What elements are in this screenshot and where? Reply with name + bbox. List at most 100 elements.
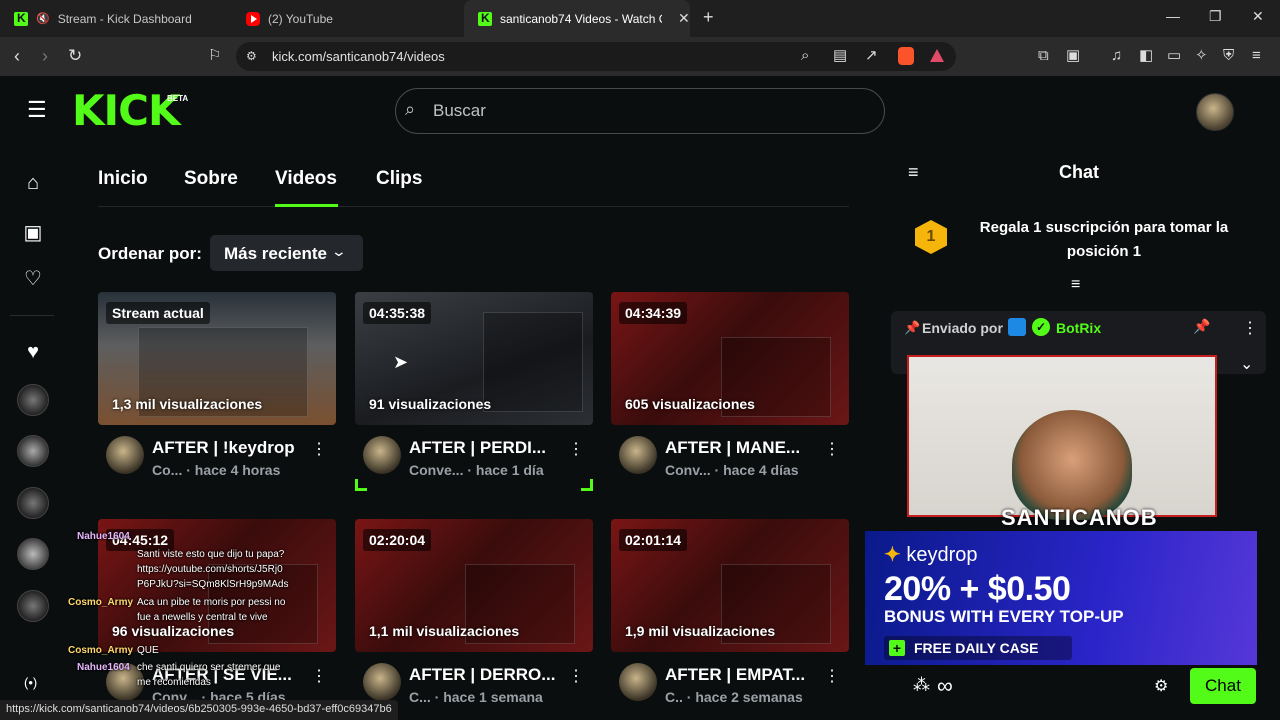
channel-avatar[interactable] bbox=[17, 590, 49, 622]
video-title[interactable]: AFTER | EMPAT... bbox=[665, 665, 805, 685]
moderator-badge-icon bbox=[1008, 318, 1026, 336]
browser-tab-active[interactable]: santicanob74 Videos - Watch On ✕ bbox=[464, 0, 690, 37]
expand-handle-icon[interactable]: ≡ bbox=[1071, 276, 1080, 294]
channel-avatar[interactable] bbox=[17, 435, 49, 467]
browse-icon[interactable]: ▣ bbox=[22, 220, 44, 245]
overlay-chat-line: Cosmo_Army bbox=[68, 645, 134, 656]
followed-channels-icon[interactable]: ♥ bbox=[22, 341, 44, 364]
keydrop-logo: ✦ keydrop bbox=[884, 544, 978, 566]
plus-icon: + bbox=[889, 640, 905, 656]
video-meta: Conve... · hace 1 día bbox=[409, 462, 544, 478]
kick-logo[interactable]: KICK bbox=[72, 88, 181, 134]
zoom-icon[interactable]: ⌕ bbox=[801, 47, 809, 65]
tab-title: (2) YouTube bbox=[268, 11, 333, 26]
mouse-cursor-icon: ➤ bbox=[393, 352, 409, 372]
channel-avatar[interactable] bbox=[363, 663, 401, 701]
youtube-icon bbox=[246, 11, 260, 26]
beta-label: BETA bbox=[167, 94, 189, 103]
overlay-chat-line: Nahue1604 bbox=[77, 531, 130, 542]
ad-cta-text: FREE DAILY CASE bbox=[914, 640, 1039, 656]
overlay-chat-text: me recomiendas bbox=[137, 677, 211, 688]
leo-ai-icon[interactable]: ✧ bbox=[1195, 47, 1208, 65]
search-placeholder: Buscar bbox=[433, 101, 486, 120]
channel-avatar[interactable] bbox=[17, 538, 49, 570]
bookmark-icon[interactable]: ⚐ bbox=[208, 47, 221, 65]
channel-avatar[interactable] bbox=[363, 436, 401, 474]
browser-tab[interactable]: (2) YouTube bbox=[232, 0, 462, 37]
more-options-icon[interactable]: ⋮ bbox=[1242, 318, 1258, 338]
wallet-icon[interactable]: ▭ bbox=[1167, 47, 1181, 65]
video-title[interactable]: AFTER | DERRO... bbox=[409, 665, 555, 685]
chevron-down-icon[interactable]: ⌄ bbox=[1240, 354, 1253, 374]
infinity-icon[interactable]: ∞ bbox=[937, 673, 953, 699]
brave-shields-icon[interactable] bbox=[898, 47, 914, 65]
hamburger-menu-icon[interactable]: ☰ bbox=[27, 98, 47, 122]
overlay-chat-text: Santi viste esto que dijo tu papa? bbox=[137, 549, 285, 560]
video-meta: Co... · hace 4 horas bbox=[152, 462, 281, 478]
sort-value: Más reciente bbox=[224, 244, 327, 263]
more-options-icon[interactable]: ⋮ bbox=[568, 666, 584, 686]
sidebar-icon[interactable]: ◧ bbox=[1139, 47, 1153, 65]
video-title[interactable]: AFTER | MANE... bbox=[665, 438, 800, 458]
emote-icon[interactable]: ⁂ bbox=[913, 675, 930, 695]
tab-clips[interactable]: Clips bbox=[376, 168, 422, 190]
reload-icon[interactable]: ↻ bbox=[68, 46, 82, 66]
more-options-icon[interactable]: ⋮ bbox=[311, 666, 327, 686]
tab-sobre[interactable]: Sobre bbox=[184, 168, 238, 190]
forward-icon[interactable]: › bbox=[42, 46, 48, 66]
overlay-chat-text: Aca un pibe te moris por pessi no bbox=[137, 597, 286, 608]
tab-videos[interactable]: Videos bbox=[275, 168, 337, 190]
pinned-by-label: Enviado por bbox=[922, 320, 1003, 336]
back-icon[interactable]: ‹ bbox=[14, 46, 20, 66]
user-avatar[interactable] bbox=[1196, 93, 1234, 131]
channel-avatar[interactable] bbox=[17, 487, 49, 519]
channel-avatar[interactable] bbox=[106, 436, 144, 474]
overlay-chat-text: https://youtube.com/shorts/J5Rj0 bbox=[137, 564, 283, 575]
broadcast-icon[interactable]: (•) bbox=[24, 675, 37, 690]
maximize-icon[interactable]: ❐ bbox=[1209, 8, 1222, 25]
overlay-chat-line: Cosmo_Army bbox=[68, 597, 134, 608]
tabs-divider bbox=[98, 206, 849, 207]
overlay-chat-text: che santi quiero ser stremer que bbox=[137, 662, 281, 673]
gift-sub-prompt[interactable]: Regala 1 suscripción para tomar la posic… bbox=[972, 216, 1236, 264]
reader-mode-icon[interactable]: ▤ bbox=[833, 47, 847, 65]
tab-title: santicanob74 Videos - Watch On bbox=[500, 11, 662, 26]
menu-icon[interactable]: ≡ bbox=[1252, 47, 1261, 65]
following-icon[interactable]: ♡ bbox=[22, 266, 44, 291]
duration-badge: 02:01:14 bbox=[619, 529, 688, 551]
screenshot-icon[interactable]: ▣ bbox=[1066, 47, 1080, 65]
minimize-icon[interactable]: — bbox=[1166, 8, 1180, 24]
sidebar-divider bbox=[10, 315, 54, 316]
overlay-chat-text: QUE bbox=[137, 645, 159, 656]
view-count: 1,3 mil visualizaciones bbox=[112, 396, 263, 412]
window-close-icon[interactable]: ✕ bbox=[1252, 8, 1264, 25]
ad-headline: 20% + $0.50 bbox=[884, 570, 1071, 608]
browser-tab[interactable]: 🔇 Stream - Kick Dashboard bbox=[0, 0, 232, 37]
extensions-icon[interactable]: ⧉ bbox=[1038, 47, 1049, 65]
new-tab-icon[interactable]: + bbox=[703, 7, 714, 28]
chat-title: Chat bbox=[1059, 162, 1099, 182]
more-options-icon[interactable]: ⋮ bbox=[568, 439, 584, 459]
close-tab-icon[interactable]: ✕ bbox=[678, 10, 690, 27]
site-settings-icon[interactable]: ⚙ bbox=[246, 47, 257, 65]
video-title[interactable]: AFTER | !keydrop bbox=[152, 438, 295, 458]
send-chat-button[interactable]: Chat bbox=[1190, 668, 1256, 704]
brave-rewards-icon[interactable] bbox=[930, 49, 944, 62]
media-icon[interactable]: ♫ bbox=[1111, 47, 1122, 65]
video-meta: C.. · hace 2 semanas bbox=[665, 689, 803, 705]
vpn-icon[interactable]: ⛨ bbox=[1223, 47, 1234, 65]
home-icon[interactable]: ⌂ bbox=[22, 172, 44, 195]
channel-avatar[interactable] bbox=[17, 384, 49, 416]
more-options-icon[interactable]: ⋮ bbox=[311, 439, 327, 459]
share-icon[interactable]: ↗ bbox=[865, 47, 878, 65]
unpin-icon[interactable]: 📌 bbox=[1193, 318, 1210, 335]
settings-gear-icon[interactable]: ⚙ bbox=[1154, 676, 1168, 696]
video-title[interactable]: AFTER | PERDI... bbox=[409, 438, 546, 458]
more-options-icon[interactable]: ⋮ bbox=[824, 666, 840, 686]
channel-avatar[interactable] bbox=[619, 436, 657, 474]
more-options-icon[interactable]: ⋮ bbox=[824, 439, 840, 459]
tab-inicio[interactable]: Inicio bbox=[98, 168, 148, 190]
pinned-username[interactable]: BotRix bbox=[1056, 320, 1101, 336]
collapse-chat-icon[interactable]: ≡ bbox=[908, 162, 919, 183]
channel-avatar[interactable] bbox=[619, 663, 657, 701]
